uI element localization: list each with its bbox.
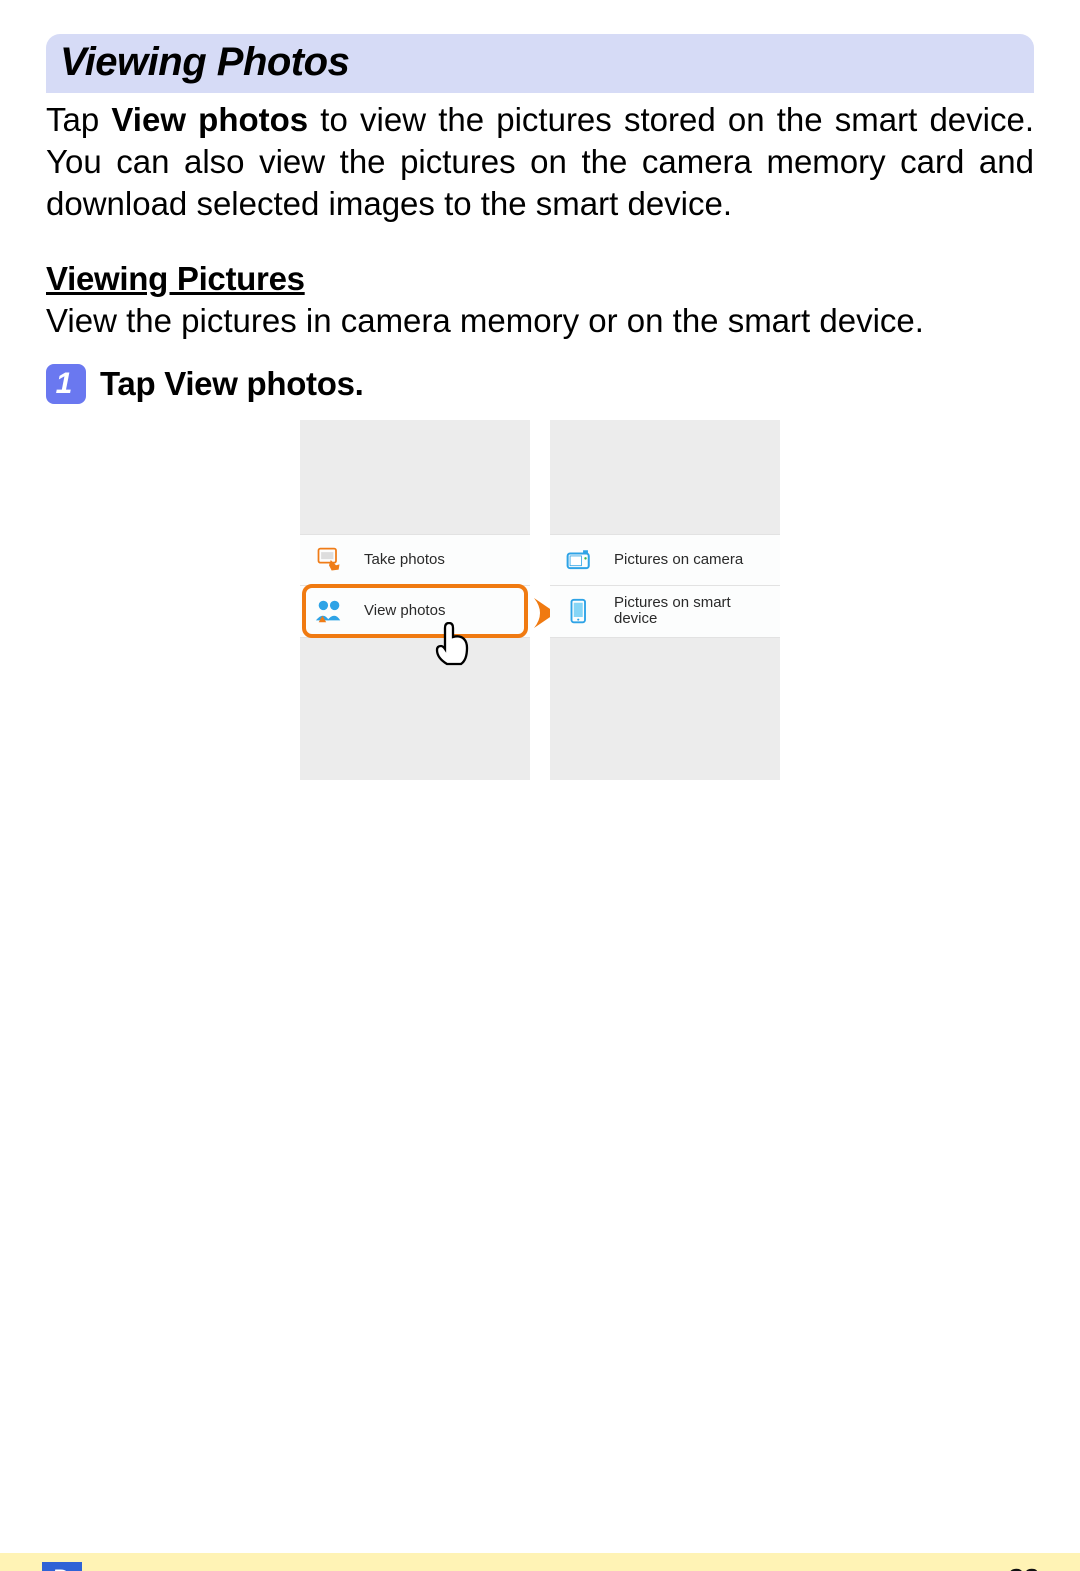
camera-hand-icon <box>314 545 344 575</box>
step-text: Tap View photos. <box>100 365 364 403</box>
intro-paragraph: Tap View photos to view the pictures sto… <box>46 93 1034 226</box>
section-title: Viewing Photos <box>46 34 1034 93</box>
intro-prefix: Tap <box>46 101 111 138</box>
subsection-title: Viewing Pictures <box>46 260 1034 298</box>
step-bold: View photos <box>164 365 354 402</box>
page-number: 82 <box>1007 1563 1038 1571</box>
step-number-badge: 1 <box>46 364 86 404</box>
menu-label: Pictures on smart device <box>614 595 754 628</box>
step-suffix: . <box>355 365 364 402</box>
intro-bold: View photos <box>111 101 308 138</box>
screen-main-menu: Take photos View photos <box>300 420 530 780</box>
subsection-desc: View the pictures in camera memory or on… <box>46 300 1034 342</box>
step-1: 1 Tap View photos. <box>46 364 1034 404</box>
menu-item-take-photos[interactable]: Take photos <box>300 534 530 586</box>
menu-item-view-photos[interactable]: View photos <box>300 586 530 638</box>
people-icon <box>314 596 344 626</box>
menu-item-pictures-on-smart-device[interactable]: Pictures on smart device <box>550 586 780 638</box>
screen-view-photos-menu: Pictures on camera Pictures on smart dev… <box>550 420 780 780</box>
smart-device-icon <box>564 596 594 626</box>
menu-item-pictures-on-camera[interactable]: Pictures on camera <box>550 534 780 586</box>
step-prefix: Tap <box>100 365 164 402</box>
camera-device-icon <box>564 545 594 575</box>
screenshots: Take photos View photos <box>46 420 1034 780</box>
menu-label: View photos <box>364 603 445 620</box>
page-footer: D 82 <box>0 1553 1080 1571</box>
menu-label: Pictures on camera <box>614 552 743 569</box>
section-letter-badge: D <box>42 1562 82 1571</box>
menu-label: Take photos <box>364 552 445 569</box>
